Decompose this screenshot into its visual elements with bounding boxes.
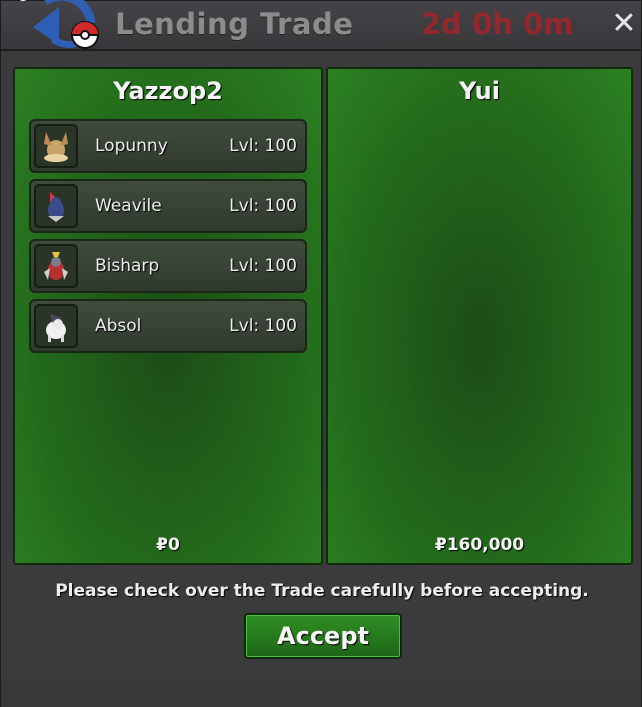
absol-sprite-icon	[34, 304, 78, 348]
pokemon-slot-weavile[interactable]: Weavile Lvl: 100	[29, 179, 307, 233]
pokemon-slot-lopunny[interactable]: Lopunny Lvl: 100	[29, 119, 307, 173]
lending-trade-window: Lending Trade 2d 0h 0m ✕ Yazzop2 Lopunny…	[0, 0, 642, 707]
weavile-sprite-icon	[34, 184, 78, 228]
title-bar[interactable]: Lending Trade 2d 0h 0m ✕	[1, 0, 641, 51]
money-right: ₽160,000	[434, 535, 525, 555]
pokemon-level: Lvl: 100	[229, 136, 297, 156]
player-name-left: Yazzop2	[113, 77, 223, 105]
pokemon-name: Absol	[95, 316, 142, 336]
player-name-right: Yui	[459, 77, 500, 105]
pokemon-name: Weavile	[95, 196, 162, 216]
pokemon-slot-bisharp[interactable]: Bisharp Lvl: 100	[29, 239, 307, 293]
bisharp-sprite-icon	[34, 244, 78, 288]
lopunny-sprite-icon	[34, 124, 78, 168]
pokemon-level: Lvl: 100	[229, 316, 297, 336]
window-title: Lending Trade	[115, 7, 354, 41]
accept-button[interactable]: Accept	[244, 613, 402, 659]
trade-timer: 2d 0h 0m	[421, 7, 574, 41]
pokeball-swap-icon	[15, 0, 105, 61]
pokemon-level: Lvl: 100	[229, 196, 297, 216]
offer-panel-left: Yazzop2 Lopunny Lvl: 100 Weavile Lvl: 10…	[13, 67, 323, 565]
offer-panel-right: Yui ₽160,000	[326, 67, 633, 565]
pokemon-name: Bisharp	[95, 256, 160, 276]
close-icon[interactable]: ✕	[609, 7, 639, 41]
window-footer	[1, 681, 641, 707]
pokemon-level: Lvl: 100	[229, 256, 297, 276]
money-left: ₽0	[156, 535, 180, 555]
pokemon-name: Lopunny	[95, 136, 168, 156]
pokemon-slot-absol[interactable]: Absol Lvl: 100	[29, 299, 307, 353]
trade-notice: Please check over the Trade carefully be…	[55, 581, 589, 601]
